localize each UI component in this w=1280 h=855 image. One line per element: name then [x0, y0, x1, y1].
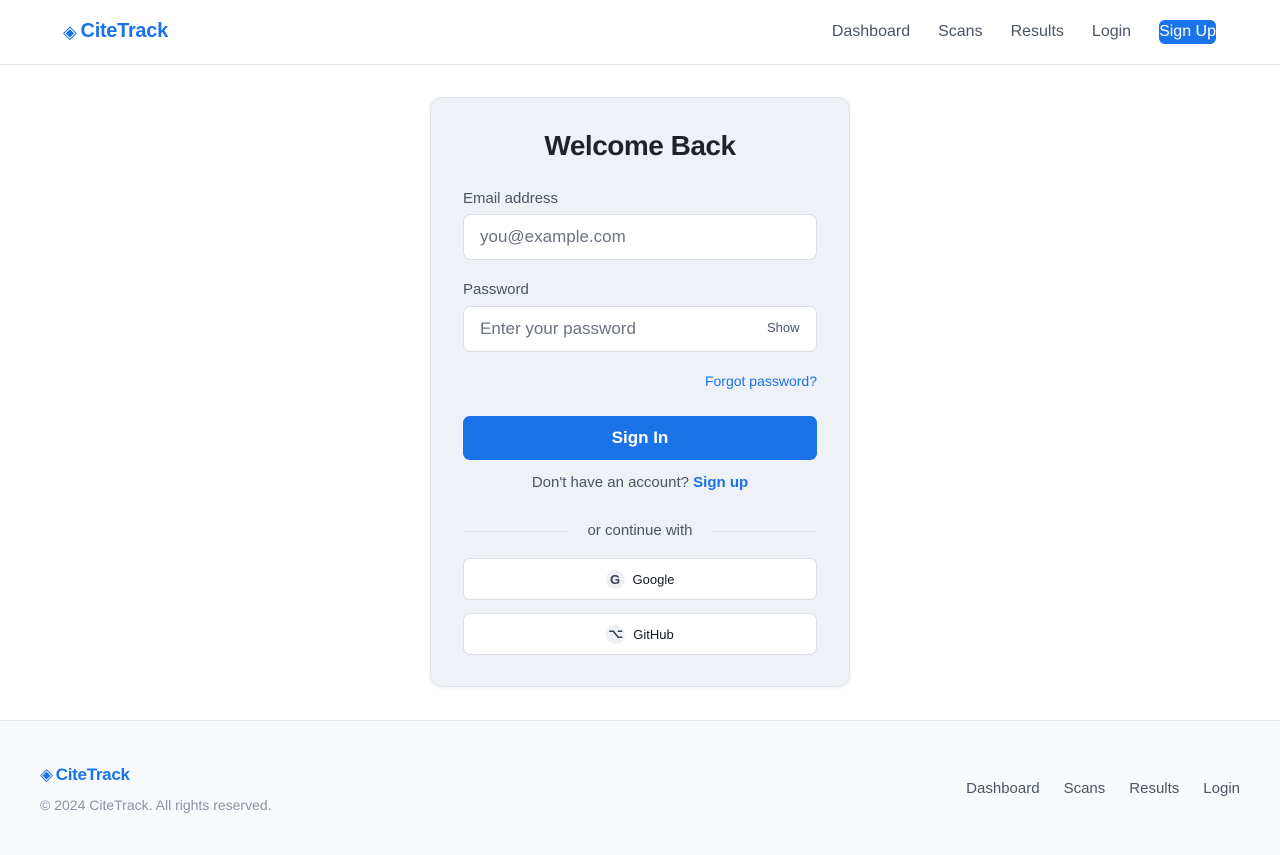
nav-signup-button[interactable]: Sign Up — [1159, 20, 1216, 44]
copyright-text: © 2024 CiteTrack. All rights reserved. — [40, 797, 272, 813]
github-label: GitHub — [633, 626, 674, 642]
nav-scans[interactable]: Scans — [938, 20, 982, 44]
password-label: Password — [463, 281, 529, 298]
footer-link-dashboard[interactable]: Dashboard — [966, 780, 1039, 797]
no-account-text: Don't have an account? — [531, 474, 689, 491]
email-label: Email address — [463, 190, 559, 207]
page-title: Welcome Back — [544, 130, 736, 161]
footer-brand-name: CiteTrack — [55, 765, 130, 784]
nav-dashboard[interactable]: Dashboard — [832, 20, 910, 44]
divider: or continue with — [463, 522, 817, 542]
sign-in-button[interactable]: Sign In — [463, 416, 817, 460]
nav-login[interactable]: Login — [1092, 20, 1131, 44]
brand-name: CiteTrack — [80, 20, 169, 42]
footer-link-results[interactable]: Results — [1129, 780, 1179, 797]
signup-link[interactable]: Sign up — [693, 474, 748, 491]
github-icon: ⌥ — [606, 624, 626, 644]
google-icon: G — [605, 569, 625, 589]
password-field[interactable] — [463, 306, 817, 352]
signup-prompt: Don't have an account? Sign up — [431, 474, 849, 491]
email-field[interactable] — [463, 214, 817, 260]
site-header: ◈ CiteTrack Dashboard Scans Results Logi… — [0, 0, 1280, 65]
main-nav: Dashboard Scans Results Login Sign Up — [832, 20, 1216, 44]
diamond-icon: ◈ — [40, 765, 53, 784]
google-login-button[interactable]: G Google — [463, 558, 817, 600]
site-footer: ◈ CiteTrack © 2024 CiteTrack. All rights… — [0, 720, 1280, 855]
forgot-password-link[interactable]: Forgot password? — [705, 373, 817, 389]
footer-link-scans[interactable]: Scans — [1064, 780, 1106, 797]
footer-nav: Dashboard Scans Results Login — [966, 780, 1240, 797]
brand-logo[interactable]: ◈ CiteTrack — [63, 20, 168, 43]
divider-line-right — [712, 531, 817, 532]
footer-link-login[interactable]: Login — [1203, 780, 1240, 797]
show-password-toggle[interactable]: Show — [767, 320, 800, 335]
nav-results[interactable]: Results — [1011, 20, 1064, 44]
footer-logo[interactable]: ◈ CiteTrack — [40, 765, 130, 785]
github-login-button[interactable]: ⌥ GitHub — [463, 613, 817, 655]
diamond-icon: ◈ — [63, 21, 77, 42]
google-label: Google — [632, 571, 675, 587]
login-card: Welcome Back Email address Password Show… — [430, 97, 850, 687]
